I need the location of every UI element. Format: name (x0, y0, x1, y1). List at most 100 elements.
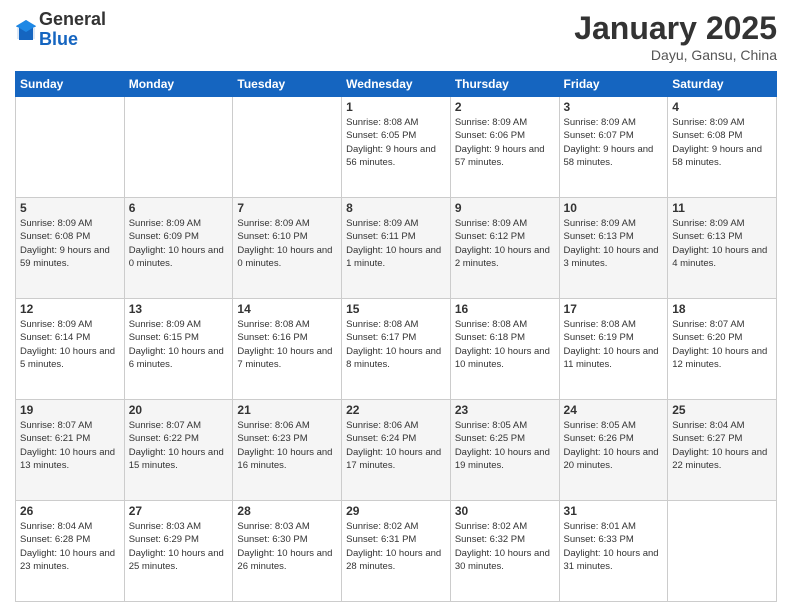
day-info: Sunrise: 8:07 AM Sunset: 6:20 PM Dayligh… (672, 318, 772, 371)
table-row: 15 Sunrise: 8:08 AM Sunset: 6:17 PM Dayli… (342, 299, 451, 400)
table-row: 22 Sunrise: 8:06 AM Sunset: 6:24 PM Dayli… (342, 400, 451, 501)
table-row: 25 Sunrise: 8:04 AM Sunset: 6:27 PM Dayli… (668, 400, 777, 501)
calendar-subtitle: Dayu, Gansu, China (574, 47, 777, 63)
day-info: Sunrise: 8:02 AM Sunset: 6:32 PM Dayligh… (455, 520, 555, 573)
day-number: 25 (672, 403, 772, 417)
day-number: 28 (237, 504, 337, 518)
day-number: 20 (129, 403, 229, 417)
day-number: 16 (455, 302, 555, 316)
day-number: 13 (129, 302, 229, 316)
day-info: Sunrise: 8:09 AM Sunset: 6:13 PM Dayligh… (564, 217, 664, 270)
day-info: Sunrise: 8:09 AM Sunset: 6:08 PM Dayligh… (20, 217, 120, 270)
day-info: Sunrise: 8:09 AM Sunset: 6:07 PM Dayligh… (564, 116, 664, 169)
col-wednesday: Wednesday (342, 72, 451, 97)
table-row: 6 Sunrise: 8:09 AM Sunset: 6:09 PM Daylig… (124, 198, 233, 299)
day-info: Sunrise: 8:08 AM Sunset: 6:18 PM Dayligh… (455, 318, 555, 371)
calendar-week-row: 1 Sunrise: 8:08 AM Sunset: 6:05 PM Daylig… (16, 97, 777, 198)
day-number: 19 (20, 403, 120, 417)
day-info: Sunrise: 8:09 AM Sunset: 6:11 PM Dayligh… (346, 217, 446, 270)
day-number: 8 (346, 201, 446, 215)
page: General Blue January 2025 Dayu, Gansu, C… (0, 0, 792, 612)
day-info: Sunrise: 8:04 AM Sunset: 6:27 PM Dayligh… (672, 419, 772, 472)
day-info: Sunrise: 8:01 AM Sunset: 6:33 PM Dayligh… (564, 520, 664, 573)
table-row: 16 Sunrise: 8:08 AM Sunset: 6:18 PM Dayli… (450, 299, 559, 400)
day-number: 17 (564, 302, 664, 316)
day-info: Sunrise: 8:06 AM Sunset: 6:24 PM Dayligh… (346, 419, 446, 472)
table-row: 31 Sunrise: 8:01 AM Sunset: 6:33 PM Dayli… (559, 501, 668, 602)
day-number: 4 (672, 100, 772, 114)
table-row: 30 Sunrise: 8:02 AM Sunset: 6:32 PM Dayli… (450, 501, 559, 602)
day-number: 10 (564, 201, 664, 215)
table-row: 4 Sunrise: 8:09 AM Sunset: 6:08 PM Daylig… (668, 97, 777, 198)
day-number: 31 (564, 504, 664, 518)
day-number: 9 (455, 201, 555, 215)
day-info: Sunrise: 8:03 AM Sunset: 6:29 PM Dayligh… (129, 520, 229, 573)
table-row: 2 Sunrise: 8:09 AM Sunset: 6:06 PM Daylig… (450, 97, 559, 198)
day-info: Sunrise: 8:09 AM Sunset: 6:06 PM Dayligh… (455, 116, 555, 169)
day-info: Sunrise: 8:09 AM Sunset: 6:13 PM Dayligh… (672, 217, 772, 270)
day-number: 11 (672, 201, 772, 215)
day-info: Sunrise: 8:05 AM Sunset: 6:25 PM Dayligh… (455, 419, 555, 472)
table-row: 5 Sunrise: 8:09 AM Sunset: 6:08 PM Daylig… (16, 198, 125, 299)
day-info: Sunrise: 8:09 AM Sunset: 6:08 PM Dayligh… (672, 116, 772, 169)
day-number: 24 (564, 403, 664, 417)
calendar-week-row: 12Sunrise: 8:09 AM Sunset: 6:14 PM Dayli… (16, 299, 777, 400)
table-row: 17 Sunrise: 8:08 AM Sunset: 6:19 PM Dayli… (559, 299, 668, 400)
day-number: 30 (455, 504, 555, 518)
day-info: Sunrise: 8:09 AM Sunset: 6:09 PM Dayligh… (129, 217, 229, 270)
day-number: 14 (237, 302, 337, 316)
table-row: 9 Sunrise: 8:09 AM Sunset: 6:12 PM Daylig… (450, 198, 559, 299)
day-info: Sunrise: 8:09 AM Sunset: 6:10 PM Dayligh… (237, 217, 337, 270)
table-row: 29Sunrise: 8:02 AM Sunset: 6:31 PM Dayli… (342, 501, 451, 602)
table-row: 20 Sunrise: 8:07 AM Sunset: 6:22 PM Dayli… (124, 400, 233, 501)
table-row: 27 Sunrise: 8:03 AM Sunset: 6:29 PM Dayli… (124, 501, 233, 602)
table-row: 11 Sunrise: 8:09 AM Sunset: 6:13 PM Dayli… (668, 198, 777, 299)
day-number: 27 (129, 504, 229, 518)
title-block: January 2025 Dayu, Gansu, China (574, 10, 777, 63)
logo: General Blue (15, 10, 106, 50)
day-number: 22 (346, 403, 446, 417)
table-row (16, 97, 125, 198)
day-number: 1 (346, 100, 446, 114)
col-monday: Monday (124, 72, 233, 97)
day-number: 26 (20, 504, 120, 518)
day-number: 2 (455, 100, 555, 114)
day-number: 15 (346, 302, 446, 316)
day-info: Sunrise: 8:04 AM Sunset: 6:28 PM Dayligh… (20, 520, 120, 573)
table-row: 7Sunrise: 8:09 AM Sunset: 6:10 PM Daylig… (233, 198, 342, 299)
table-row: 24Sunrise: 8:05 AM Sunset: 6:26 PM Dayli… (559, 400, 668, 501)
day-info: Sunrise: 8:08 AM Sunset: 6:16 PM Dayligh… (237, 318, 337, 371)
day-info: Sunrise: 8:03 AM Sunset: 6:30 PM Dayligh… (237, 520, 337, 573)
day-info: Sunrise: 8:02 AM Sunset: 6:31 PM Dayligh… (346, 520, 446, 573)
table-row: 10 Sunrise: 8:09 AM Sunset: 6:13 PM Dayli… (559, 198, 668, 299)
header: General Blue January 2025 Dayu, Gansu, C… (15, 10, 777, 63)
table-row: 3 Sunrise: 8:09 AM Sunset: 6:07 PM Daylig… (559, 97, 668, 198)
table-row: 28 Sunrise: 8:03 AM Sunset: 6:30 PM Dayli… (233, 501, 342, 602)
day-info: Sunrise: 8:08 AM Sunset: 6:17 PM Dayligh… (346, 318, 446, 371)
day-info: Sunrise: 8:09 AM Sunset: 6:12 PM Dayligh… (455, 217, 555, 270)
day-number: 5 (20, 201, 120, 215)
table-row (233, 97, 342, 198)
logo-text: General Blue (39, 10, 106, 50)
col-sunday: Sunday (16, 72, 125, 97)
day-info: Sunrise: 8:09 AM Sunset: 6:14 PM Dayligh… (20, 318, 120, 371)
col-saturday: Saturday (668, 72, 777, 97)
day-info: Sunrise: 8:06 AM Sunset: 6:23 PM Dayligh… (237, 419, 337, 472)
table-row: 21 Sunrise: 8:06 AM Sunset: 6:23 PM Dayli… (233, 400, 342, 501)
day-info: Sunrise: 8:07 AM Sunset: 6:22 PM Dayligh… (129, 419, 229, 472)
col-thursday: Thursday (450, 72, 559, 97)
table-row (668, 501, 777, 602)
calendar-table: Sunday Monday Tuesday Wednesday Thursday… (15, 71, 777, 602)
table-row: 8 Sunrise: 8:09 AM Sunset: 6:11 PM Daylig… (342, 198, 451, 299)
day-number: 6 (129, 201, 229, 215)
day-info: Sunrise: 8:08 AM Sunset: 6:19 PM Dayligh… (564, 318, 664, 371)
table-row (124, 97, 233, 198)
col-friday: Friday (559, 72, 668, 97)
day-number: 23 (455, 403, 555, 417)
calendar-week-row: 5 Sunrise: 8:09 AM Sunset: 6:08 PM Daylig… (16, 198, 777, 299)
day-number: 3 (564, 100, 664, 114)
day-number: 21 (237, 403, 337, 417)
day-info: Sunrise: 8:08 AM Sunset: 6:05 PM Dayligh… (346, 116, 446, 169)
calendar-week-row: 26 Sunrise: 8:04 AM Sunset: 6:28 PM Dayli… (16, 501, 777, 602)
table-row: 1 Sunrise: 8:08 AM Sunset: 6:05 PM Daylig… (342, 97, 451, 198)
